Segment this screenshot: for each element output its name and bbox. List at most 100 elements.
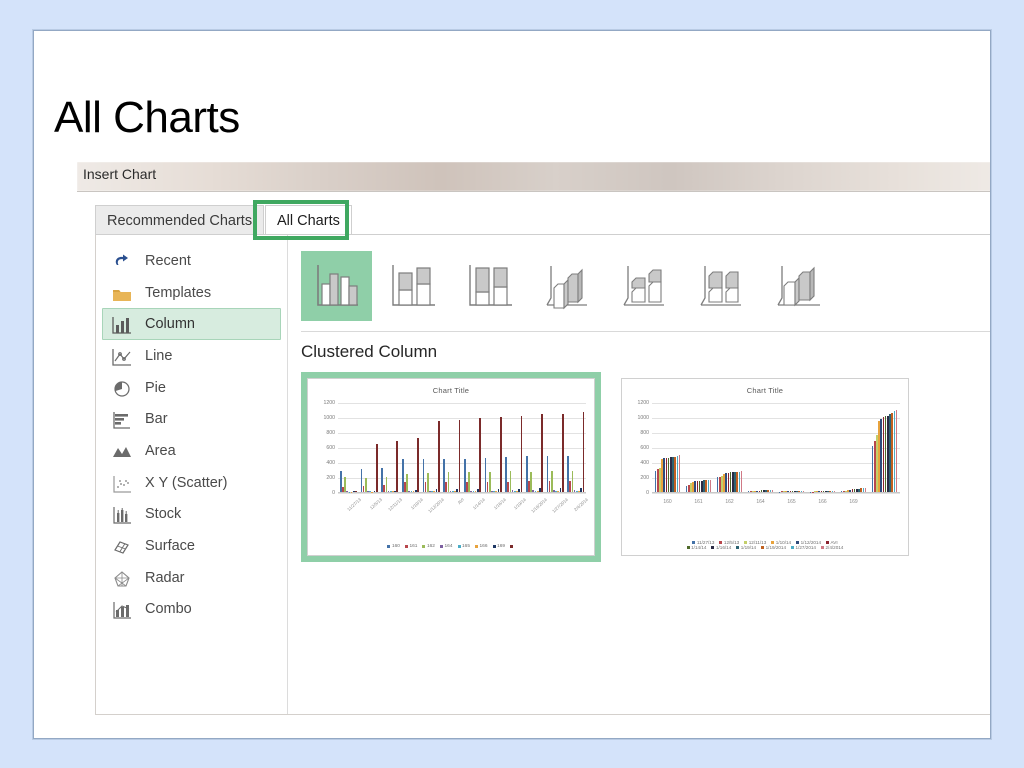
sidebar-item-pie[interactable]: Pie [102, 372, 281, 404]
gridline: 0 [646, 490, 900, 496]
sidebar-item-label: Pie [145, 379, 166, 396]
chart-preview-card: Chart Title 0 200 400 600 800 1000 1200 11/27/… [307, 378, 595, 556]
dialog-title: Insert Chart [83, 166, 157, 182]
legend-swatch [686, 546, 690, 549]
100-stacked-column-icon[interactable] [455, 251, 526, 321]
bar-group [838, 403, 869, 492]
radar-chart-icon [109, 568, 135, 588]
bar-group [338, 403, 359, 492]
x-axis-label: 160 [663, 499, 672, 505]
bar [709, 479, 712, 492]
legend-label: 1/14/14 [691, 545, 707, 550]
sidebar-item-xy-scatter[interactable]: X Y (Scatter) [102, 467, 281, 499]
3d-100-stacked-column-icon[interactable] [686, 251, 757, 321]
x-axis-label: 12/11/13 [387, 497, 404, 512]
bar-group [400, 403, 421, 492]
y-axis-tick: 200 [326, 475, 335, 481]
legend-label: 161 [409, 544, 418, 549]
legend-label: 169 [497, 544, 506, 549]
x-axis-line [338, 492, 586, 493]
dialog-body: Recommended Charts All Charts Recent Tem… [77, 191, 990, 723]
sidebar-item-label: X Y (Scatter) [145, 474, 228, 491]
pie-chart-icon [109, 378, 135, 398]
bar [561, 414, 564, 492]
x-axis-label: 1/16/14 [492, 497, 507, 511]
y-axis-tick: 0 [332, 490, 335, 496]
tab-recommended-charts[interactable]: Recommended Charts [95, 205, 265, 235]
bar [426, 472, 429, 492]
sidebar-item-label: Stock [145, 506, 182, 523]
clustered-column-icon[interactable] [301, 251, 372, 321]
section-divider [301, 331, 990, 332]
chart-type-content: Clustered Column Chart Title 0 200 400 600 8… [289, 235, 990, 714]
bar [437, 421, 440, 492]
bar-chart-icon [109, 409, 135, 429]
y-axis-tick: 800 [326, 430, 335, 436]
sidebar-item-templates[interactable]: Templates [102, 277, 281, 309]
legend-entry [510, 544, 515, 549]
sidebar-item-combo[interactable]: Combo [102, 594, 281, 626]
column-chart-icon [109, 314, 135, 334]
legend-entry: 160 [387, 544, 400, 549]
stacked-column-icon[interactable] [378, 251, 449, 321]
bar-group [776, 403, 807, 492]
bar-group [565, 403, 586, 492]
legend-entry: 1/19/2014 [761, 545, 786, 550]
legend-swatch [387, 545, 391, 548]
bar-group [545, 403, 566, 492]
chart-subtype-row [301, 247, 990, 325]
legend-label: 162 [426, 544, 435, 549]
dialog-tabstrip: Recommended Charts All Charts [95, 205, 990, 235]
sidebar-item-area[interactable]: Area [102, 435, 281, 467]
sidebar-item-radar[interactable]: Radar [102, 562, 281, 594]
y-axis-tick: 200 [640, 475, 649, 481]
chart-preview-2[interactable]: Chart Title 0 200 400 600 800 1000 1200 160 161… [615, 372, 915, 562]
chart-preview-1-selected[interactable]: Chart Title 0 200 400 600 800 1000 1200 11/27/… [301, 372, 601, 562]
x-axis-label: 161 [694, 499, 703, 505]
line-chart-icon [109, 346, 135, 366]
chart-title: Chart Title [432, 386, 470, 395]
legend-swatch [439, 545, 443, 548]
3d-clustered-column-icon[interactable] [532, 251, 603, 321]
legend-swatch [820, 546, 824, 549]
legend-swatch [744, 541, 748, 544]
bar-group [359, 403, 380, 492]
surface-chart-icon [109, 536, 135, 556]
legend-swatch [492, 545, 496, 548]
bar [499, 416, 502, 492]
y-axis-tick: 600 [640, 445, 649, 451]
legend-label: 164 [444, 544, 453, 549]
sidebar-item-stock[interactable]: Stock [102, 499, 281, 531]
y-axis-tick: 1000 [637, 415, 649, 421]
3d-stacked-column-icon[interactable] [609, 251, 680, 321]
selected-subtype-name: Clustered Column [301, 342, 438, 361]
legend-entry: 1/19/14 [736, 545, 756, 550]
x-axis-label: 1/27/2014 [550, 497, 569, 514]
legend-label: 1/19/2014 [765, 545, 787, 550]
bar [802, 490, 805, 492]
x-axis-label: 165 [787, 499, 796, 505]
undo-arrow-icon [109, 251, 135, 271]
chart-plot-area: 0 200 400 600 800 1000 1200 [323, 400, 586, 496]
bar-group [714, 403, 745, 492]
bar-group [524, 403, 545, 492]
bar-group [869, 403, 900, 492]
tab-all-charts[interactable]: All Charts [265, 205, 352, 235]
chart-x-axis-labels: 11/27/13 12/5/13 12/11/13 1/10/14 1/12/2014 A… [338, 497, 589, 514]
x-axis-label: 11/27/13 [346, 497, 363, 512]
sidebar-item-bar[interactable]: Bar [102, 403, 281, 435]
bar [385, 477, 388, 492]
sidebar-item-label: Templates [145, 284, 212, 301]
bar-group [441, 403, 462, 492]
dialog-titlebar [77, 162, 990, 191]
sidebar-item-line[interactable]: Line [102, 340, 281, 372]
sidebar-item-column[interactable]: Column [102, 308, 281, 341]
legend-entry: 166 [475, 544, 488, 549]
sidebar-item-recent[interactable]: Recent [102, 245, 281, 277]
3d-column-icon[interactable] [763, 251, 834, 321]
sidebar-item-surface[interactable]: Surface [102, 530, 281, 562]
bar [833, 490, 836, 492]
legend-swatch [457, 545, 461, 548]
bar [396, 441, 399, 492]
legend-swatch [719, 541, 723, 544]
